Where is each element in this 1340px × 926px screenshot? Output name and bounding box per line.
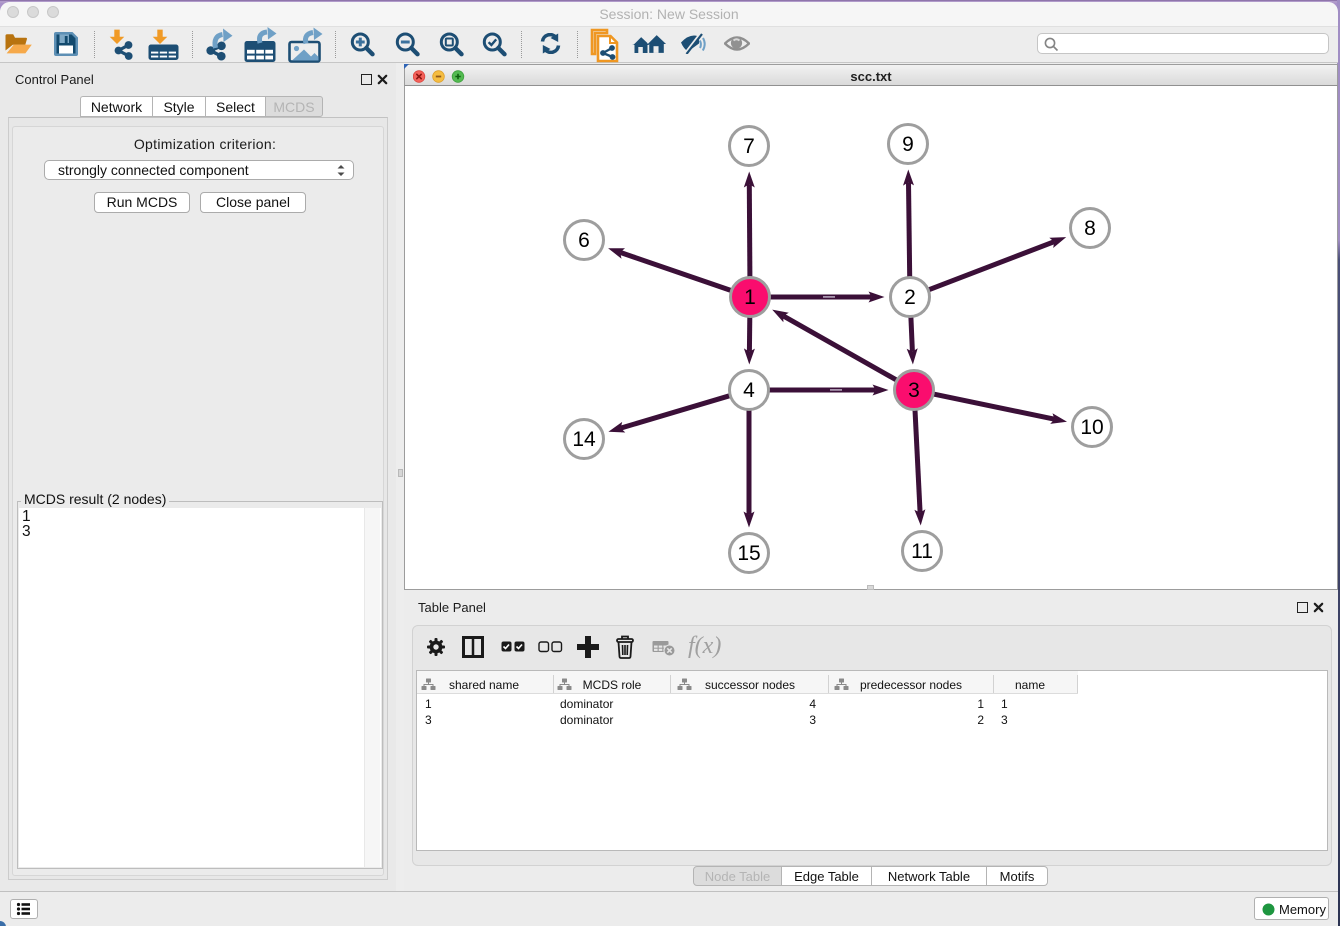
svg-text:7: 7: [743, 135, 755, 158]
svg-text:3: 3: [908, 379, 920, 402]
svg-text:8: 8: [1084, 217, 1096, 240]
svg-text:2: 2: [904, 286, 916, 309]
svg-text:14: 14: [572, 428, 596, 451]
svg-text:4: 4: [743, 379, 755, 402]
svg-text:1: 1: [744, 286, 756, 309]
svg-text:9: 9: [902, 133, 914, 156]
svg-text:11: 11: [911, 540, 933, 563]
svg-text:15: 15: [737, 542, 760, 565]
svg-text:6: 6: [578, 229, 590, 252]
svg-text:10: 10: [1080, 416, 1103, 439]
